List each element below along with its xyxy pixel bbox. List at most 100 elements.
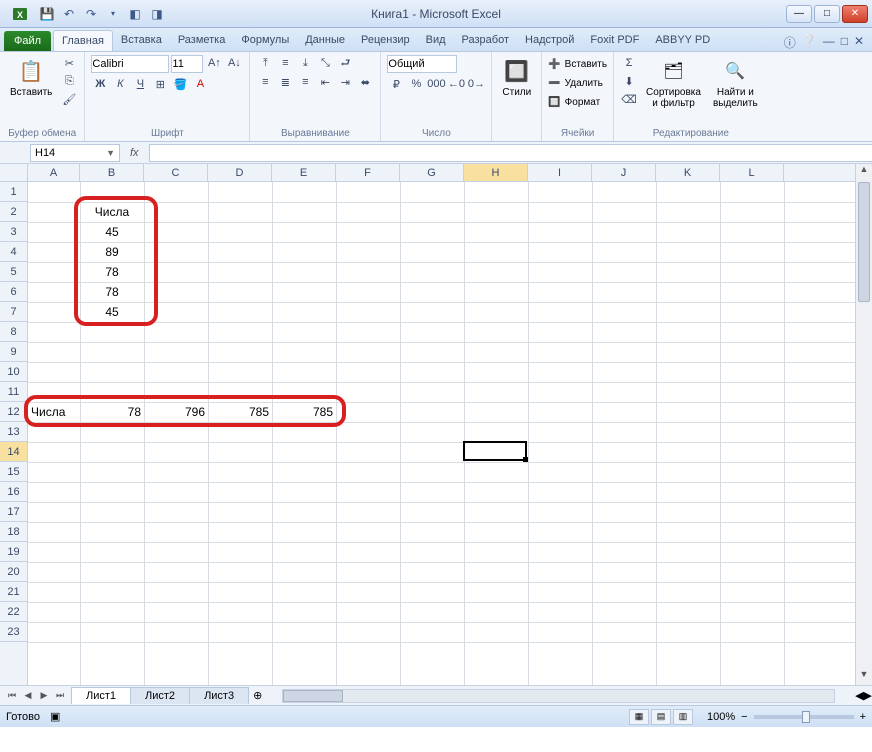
- scroll-up-icon[interactable]: ▲: [856, 164, 872, 180]
- increase-font-icon[interactable]: A↑: [205, 55, 223, 71]
- maximize-button[interactable]: □: [814, 5, 840, 23]
- cell[interactable]: 45: [80, 302, 144, 322]
- number-format-select[interactable]: [387, 55, 457, 73]
- zoom-in-button[interactable]: +: [860, 711, 866, 723]
- close-button[interactable]: ✕: [842, 5, 868, 23]
- row-header[interactable]: 17: [0, 502, 27, 522]
- undo-icon[interactable]: ↶: [60, 5, 78, 23]
- column-header[interactable]: F: [336, 164, 400, 181]
- redo-icon[interactable]: ↷: [82, 5, 100, 23]
- cut-icon[interactable]: ✂: [60, 55, 78, 71]
- align-middle-icon[interactable]: ≡: [276, 55, 294, 71]
- increase-indent-icon[interactable]: ⇥: [336, 74, 354, 90]
- format-cells-button[interactable]: 🔲Формат: [548, 93, 600, 111]
- border-icon[interactable]: ⊞: [151, 76, 169, 92]
- ribbon-help-icon[interactable]: ❔: [802, 34, 817, 51]
- file-tab[interactable]: Файл: [4, 31, 51, 51]
- row-header[interactable]: 23: [0, 622, 27, 642]
- row-header[interactable]: 1: [0, 182, 27, 202]
- ribbon-tab-5[interactable]: Рецензир: [353, 30, 418, 51]
- cell[interactable]: 785: [208, 402, 272, 422]
- ribbon-tab-0[interactable]: Главная: [53, 30, 113, 51]
- ribbon-tab-1[interactable]: Вставка: [113, 30, 170, 51]
- column-header[interactable]: L: [720, 164, 784, 181]
- column-header[interactable]: K: [656, 164, 720, 181]
- currency-icon[interactable]: ₽: [387, 76, 405, 92]
- orientation-icon[interactable]: ⤡: [316, 55, 334, 71]
- hscroll-left-icon[interactable]: ◀: [855, 689, 863, 702]
- help-icon[interactable]: ⓘ: [784, 34, 796, 51]
- qat-more-icon[interactable]: ▾: [104, 5, 122, 23]
- percent-icon[interactable]: %: [407, 76, 425, 92]
- decrease-indent-icon[interactable]: ⇤: [316, 74, 334, 90]
- cells-area[interactable]: Числа4589787845Числа78796785785: [28, 182, 855, 685]
- cell[interactable]: 78: [80, 402, 144, 422]
- horizontal-scrollbar[interactable]: [282, 689, 835, 703]
- decrease-font-icon[interactable]: A↓: [225, 55, 243, 71]
- column-header[interactable]: I: [528, 164, 592, 181]
- page-break-view-button[interactable]: ▥: [673, 709, 693, 725]
- clear-icon[interactable]: ⌫: [620, 91, 638, 107]
- mdi-close-icon[interactable]: ✕: [854, 34, 864, 51]
- cell[interactable]: 45: [80, 222, 144, 242]
- hscroll-right-icon[interactable]: ▶: [864, 689, 872, 702]
- qat-extra-2-icon[interactable]: ◨: [148, 5, 166, 23]
- autosum-icon[interactable]: Σ: [620, 55, 638, 71]
- font-size-select[interactable]: [171, 55, 203, 73]
- row-header[interactable]: 4: [0, 242, 27, 262]
- underline-button[interactable]: Ч: [131, 76, 149, 92]
- paste-button[interactable]: 📋 Вставить: [6, 55, 56, 100]
- decrease-decimal-icon[interactable]: 0→: [467, 76, 485, 92]
- sheet-tab[interactable]: Лист2: [130, 687, 190, 704]
- row-header[interactable]: 20: [0, 562, 27, 582]
- row-header[interactable]: 12: [0, 402, 27, 422]
- cell[interactable]: 796: [144, 402, 208, 422]
- column-header[interactable]: G: [400, 164, 464, 181]
- mdi-restore-icon[interactable]: □: [841, 34, 848, 51]
- format-painter-icon[interactable]: 🖌: [60, 91, 78, 107]
- row-header[interactable]: 18: [0, 522, 27, 542]
- row-header[interactable]: 5: [0, 262, 27, 282]
- row-header[interactable]: 19: [0, 542, 27, 562]
- merge-icon[interactable]: ⬌: [356, 74, 374, 90]
- cell[interactable]: 785: [272, 402, 336, 422]
- row-header[interactable]: 21: [0, 582, 27, 602]
- fill-color-icon[interactable]: 🪣: [171, 76, 189, 92]
- hscroll-thumb[interactable]: [283, 690, 343, 702]
- row-header[interactable]: 3: [0, 222, 27, 242]
- align-right-icon[interactable]: ≡: [296, 74, 314, 90]
- row-header[interactable]: 15: [0, 462, 27, 482]
- wrap-text-icon[interactable]: ⮐: [336, 55, 354, 71]
- zoom-out-button[interactable]: −: [741, 711, 747, 723]
- name-box[interactable]: H14 ▼: [30, 144, 120, 162]
- font-color-icon[interactable]: A: [191, 76, 209, 92]
- formula-input[interactable]: [149, 144, 872, 162]
- ribbon-tab-4[interactable]: Данные: [297, 30, 353, 51]
- align-top-icon[interactable]: ⤒: [256, 55, 274, 71]
- sheet-nav-next-icon[interactable]: ▶: [36, 688, 52, 704]
- increase-decimal-icon[interactable]: ←0: [447, 76, 465, 92]
- cell[interactable]: 89: [80, 242, 144, 262]
- row-header[interactable]: 7: [0, 302, 27, 322]
- cell[interactable]: 78: [80, 262, 144, 282]
- fx-icon[interactable]: fx: [130, 147, 139, 159]
- sheet-tab[interactable]: Лист3: [189, 687, 249, 704]
- ribbon-tab-8[interactable]: Надстрой: [517, 30, 582, 51]
- normal-view-button[interactable]: ▦: [629, 709, 649, 725]
- find-select-button[interactable]: 🔍 Найти и выделить: [709, 55, 762, 111]
- italic-button[interactable]: К: [111, 76, 129, 92]
- align-center-icon[interactable]: ≣: [276, 74, 294, 90]
- column-header[interactable]: C: [144, 164, 208, 181]
- ribbon-tab-7[interactable]: Разработ: [454, 30, 517, 51]
- align-bottom-icon[interactable]: ⤓: [296, 55, 314, 71]
- cell[interactable]: 78: [80, 282, 144, 302]
- copy-icon[interactable]: ⎘: [60, 73, 78, 89]
- row-header[interactable]: 8: [0, 322, 27, 342]
- row-header[interactable]: 2: [0, 202, 27, 222]
- ribbon-tab-3[interactable]: Формулы: [233, 30, 297, 51]
- sheet-nav-last-icon[interactable]: ⏭: [52, 688, 68, 704]
- mdi-minimize-icon[interactable]: —: [823, 34, 835, 51]
- row-header[interactable]: 22: [0, 602, 27, 622]
- row-header[interactable]: 14: [0, 442, 27, 462]
- cell[interactable]: Числа: [28, 402, 80, 422]
